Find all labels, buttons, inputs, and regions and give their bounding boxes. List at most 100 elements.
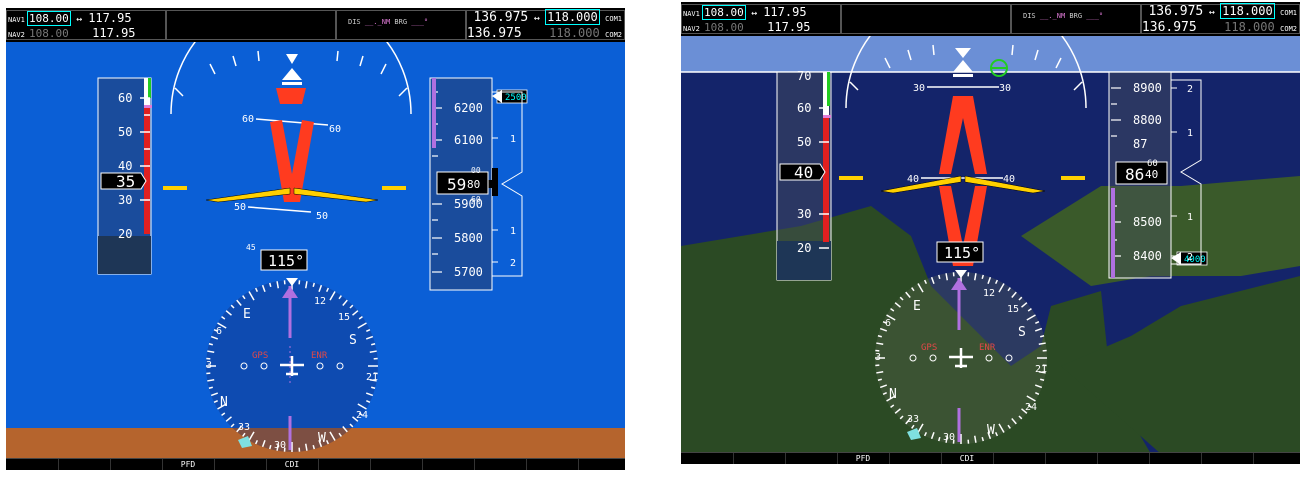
softkey-9[interactable] [422, 459, 475, 470]
vertical-track-bar [1111, 188, 1115, 278]
com1-standby-freq[interactable]: 136.975 [473, 10, 528, 25]
airspeed-value: 40 [794, 163, 813, 182]
vertical-track-bar [432, 78, 436, 148]
softkey-7[interactable] [993, 453, 1046, 464]
hsi-label-s: S [349, 333, 357, 348]
softkey-11[interactable] [1201, 453, 1254, 464]
pfd-softkey[interactable]: PFD [162, 459, 215, 470]
cdi-softkey[interactable]: CDI [266, 459, 319, 470]
hsi-label-n: N [220, 395, 228, 410]
softkey-11[interactable] [526, 459, 579, 470]
com2-standby-freq[interactable]: 136.975 [467, 26, 522, 41]
softkey-5[interactable] [889, 453, 942, 464]
pfd-softkey[interactable]: PFD [837, 453, 890, 464]
com-swap-arrow: ↔ [533, 13, 540, 24]
softkey-7[interactable] [318, 459, 371, 470]
svg-text:24: 24 [356, 410, 368, 421]
brg-value: ___° [1086, 12, 1104, 20]
svg-text:00: 00 [471, 166, 481, 175]
svg-text:8500: 8500 [1133, 215, 1162, 229]
com2-active-freq[interactable]: 118.000 [549, 26, 600, 40]
com1-standby-freq[interactable]: 136.975 [1148, 4, 1203, 19]
airspeed-tape: 60 50 40 30 20 35 [97, 77, 152, 275]
nav2-standby-freq[interactable]: 117.95 [767, 20, 810, 34]
reference-bar-right [1061, 176, 1085, 180]
softkey-10[interactable] [1149, 453, 1202, 464]
softkey-3[interactable] [110, 459, 163, 470]
svg-text:30: 30 [943, 432, 955, 443]
nav-swap-arrow: ↔ [76, 14, 83, 25]
com1-active-freq[interactable]: 118.000 [545, 9, 600, 25]
softkey-10[interactable] [474, 459, 527, 470]
svg-text:33: 33 [238, 422, 250, 433]
softkey-3[interactable] [785, 453, 838, 464]
softkey-12[interactable] [578, 459, 625, 470]
altitude-value-tens: 40 [1145, 168, 1158, 181]
red-speed-band [823, 116, 829, 242]
nav2-standby-freq[interactable]: 117.95 [92, 26, 135, 40]
slip-skid-indicator [953, 74, 973, 77]
nav1-label: NAV1 [683, 10, 700, 18]
nav1-standby-freq[interactable]: 117.95 [88, 11, 131, 25]
softkey-12[interactable] [1253, 453, 1300, 464]
softkey-8[interactable] [370, 459, 423, 470]
svg-text:33: 33 [907, 414, 919, 425]
svg-text:50: 50 [797, 135, 811, 149]
softkey-1[interactable] [6, 459, 59, 470]
nav1-active-freq[interactable]: 108.00 [702, 5, 746, 20]
hsi-tick [1040, 378, 1045, 381]
svg-text:6: 6 [885, 318, 891, 329]
svg-text:1: 1 [1187, 128, 1193, 139]
svg-text:50: 50 [118, 125, 132, 139]
softkey-8[interactable] [1045, 453, 1098, 464]
hsi-label-w: W [987, 423, 995, 438]
svg-text:20: 20 [118, 227, 132, 241]
svg-text:8400: 8400 [1133, 249, 1162, 263]
heading-value: 115° [944, 244, 980, 262]
nav2-active-freq[interactable]: 108.00 [702, 20, 746, 35]
softkey-9[interactable] [1097, 453, 1150, 464]
nav2-row[interactable]: NAV2 108.00 117.95 [683, 20, 811, 34]
nav1-row[interactable]: NAV1 108.00 ↔ 117.95 [8, 11, 132, 26]
com1-row[interactable]: 136.975 ↔ 118.000 COM1 [1148, 3, 1297, 19]
green-arc-band [148, 78, 151, 98]
cdi-softkey[interactable]: CDI [941, 453, 994, 464]
blank-field [166, 10, 336, 40]
svg-text:1: 1 [510, 226, 516, 237]
nav2-row[interactable]: NAV2 108.00 117.95 [8, 26, 136, 40]
nav1-row[interactable]: NAV1 108.00 ↔ 117.95 [683, 5, 807, 20]
com2-active-freq[interactable]: 118.000 [1224, 20, 1275, 34]
green-arc-band [827, 72, 830, 106]
softkey-1[interactable] [681, 453, 734, 464]
softkey-2[interactable] [58, 459, 111, 470]
nav2-label: NAV2 [8, 31, 25, 39]
nav1-standby-freq[interactable]: 117.95 [763, 5, 806, 19]
com2-row[interactable]: 136.975 118.000 COM2 [467, 26, 622, 41]
nav2-active-freq[interactable]: 108.00 [27, 26, 71, 41]
top-status-bar: NAV1 108.00 ↔ 117.95 NAV2 108.00 117.95 DIS… [681, 2, 1300, 36]
svg-text:5700: 5700 [454, 265, 483, 279]
svg-text:20: 20 [797, 241, 811, 255]
airspeed-bug [823, 115, 831, 118]
hsi-tick [877, 378, 882, 381]
hsi-tick [371, 386, 376, 389]
svg-text:2: 2 [510, 258, 516, 269]
svg-text:6100: 6100 [454, 133, 483, 147]
dis-value: __._NM [364, 18, 391, 26]
com1-active-freq[interactable]: 118.000 [1220, 3, 1275, 19]
dis-label: DIS [348, 18, 361, 26]
com2-standby-freq[interactable]: 136.975 [1142, 20, 1197, 35]
nav1-active-freq[interactable]: 108.00 [27, 11, 71, 26]
hsi-tick [269, 445, 272, 450]
com2-label: COM2 [605, 31, 622, 39]
com2-row[interactable]: 136.975 118.000 COM2 [1142, 20, 1297, 35]
softkey-5[interactable] [214, 459, 267, 470]
svg-text:8900: 8900 [1133, 81, 1162, 95]
pitch-label-30-right: 30 [999, 83, 1011, 94]
pitch-label-60-right: 60 [329, 124, 341, 135]
blank-field [841, 4, 1011, 34]
com1-row[interactable]: 136.975 ↔ 118.000 COM1 [473, 9, 622, 25]
softkey-2[interactable] [733, 453, 786, 464]
com2-label: COM2 [1280, 25, 1297, 33]
hsi-tick [269, 282, 272, 287]
